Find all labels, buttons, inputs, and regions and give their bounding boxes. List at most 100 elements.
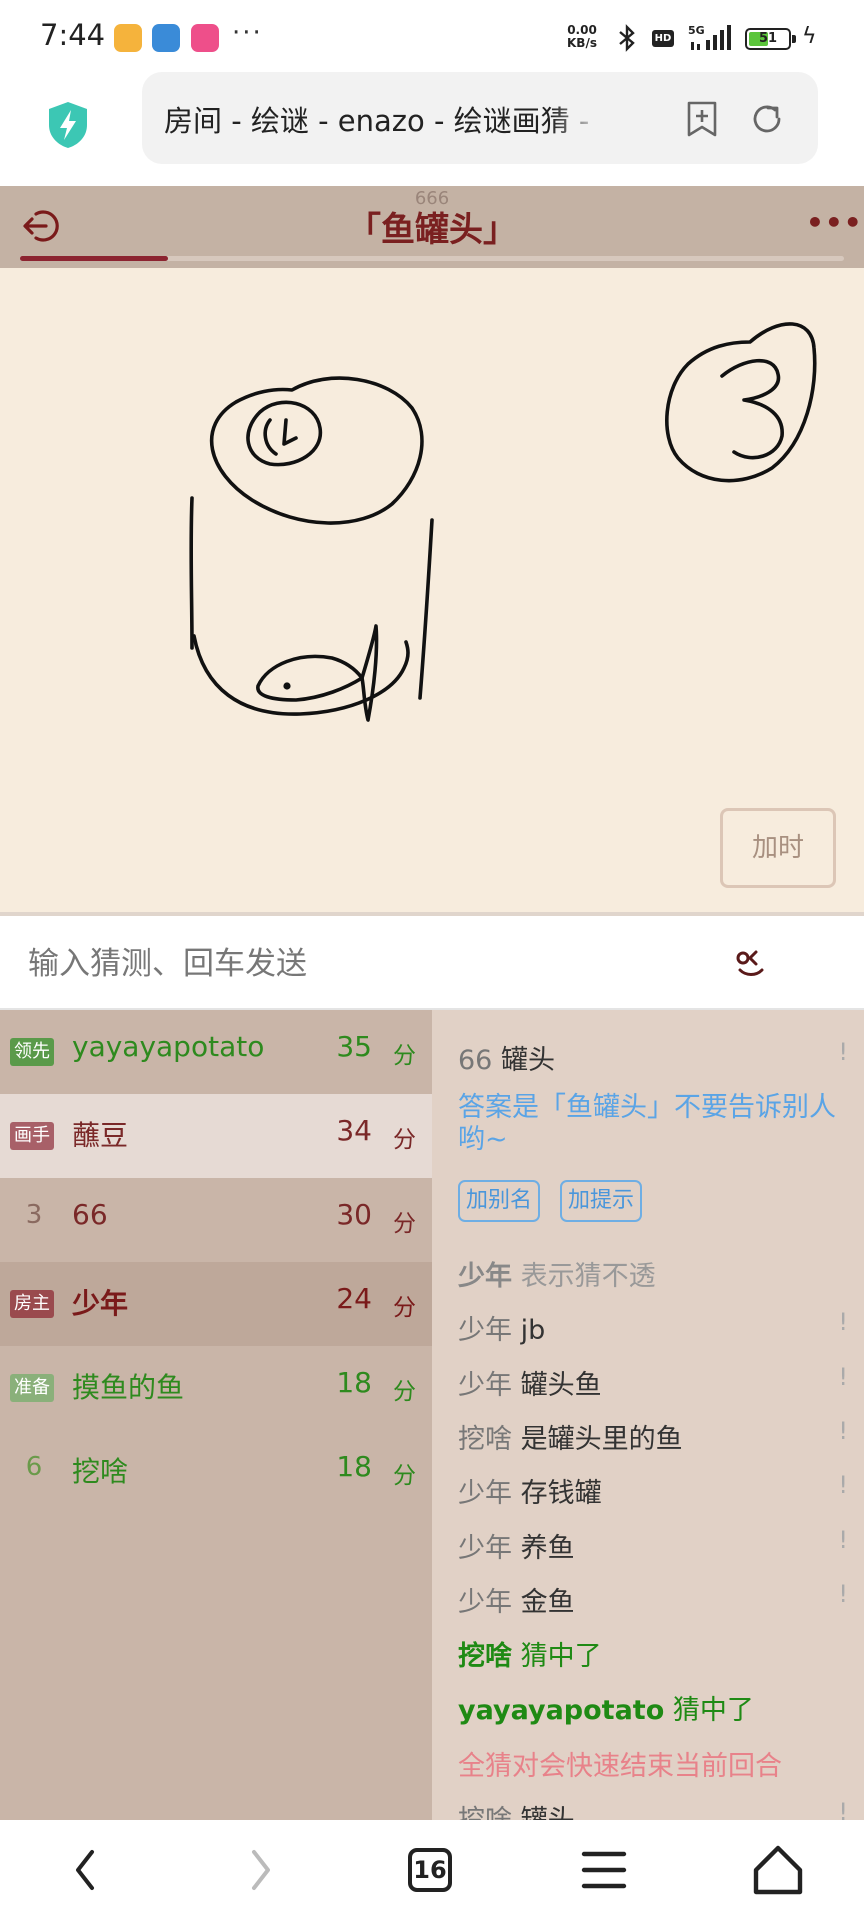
notes-app-icon — [114, 24, 142, 52]
player-name: yayayapotato — [72, 1030, 265, 1063]
emoji-icon[interactable] — [734, 946, 772, 982]
player-badge: 准备 — [10, 1374, 54, 1402]
chat-message: 少年 养鱼! — [458, 1526, 848, 1565]
player-score: 30 — [336, 1198, 372, 1231]
player-badge: 画手 — [10, 1122, 54, 1150]
address-bar[interactable]: 房间 - 绘谜 - enazo - 绘谜画猜 - — [142, 72, 818, 164]
word-title: 「鱼罐头」 — [347, 210, 517, 250]
status-bar: 7:44 ··· 0.00 KB/s HD 5G 51 ϟ — [0, 0, 864, 72]
network-type: 5G — [688, 24, 705, 37]
status-more-icon: ··· — [232, 18, 263, 48]
game-header: 666 「鱼罐头」 ••• — [0, 186, 864, 268]
chat-user: yayayapotato — [458, 1695, 665, 1727]
player-name: 少年 — [72, 1287, 129, 1320]
chat-user: 挖啥 — [458, 1423, 512, 1455]
player-row[interactable]: 3 66 30 分 — [0, 1178, 432, 1262]
chat-message: 少年 存钱罐! — [458, 1471, 848, 1510]
chat-text: 猜中了 — [672, 1695, 754, 1727]
tabs-button[interactable]: 16 — [400, 1842, 460, 1898]
add-bookmark-icon[interactable] — [684, 100, 720, 138]
chat-message: yayayapotato 猜中了 — [458, 1688, 848, 1727]
chat-text: 养鱼 — [520, 1532, 575, 1564]
player-name: 挖啥 — [72, 1455, 129, 1488]
score-unit: 分 — [393, 1127, 416, 1153]
player-rank: 3 — [25, 1200, 43, 1230]
chat-text: 猜中了 — [520, 1641, 602, 1673]
chat-text: jb — [520, 1315, 546, 1347]
guess-bar — [0, 920, 864, 1010]
player-score: 18 — [336, 1366, 372, 1399]
more-menu-icon[interactable]: ••• — [806, 206, 863, 239]
chat-message: 少年 表示猜不透 — [458, 1254, 848, 1293]
player-list: 领先 yayayapotato 35 分画手 蘸豆 34 分 3 66 30 分房主 少年 24 分准备摸… — [0, 1010, 432, 1820]
page-title[interactable]: 房间 - 绘谜 - enazo - 绘谜画猜 - — [164, 98, 604, 140]
battery-cap — [792, 35, 796, 43]
player-row[interactable]: 画手 蘸豆 34 分 — [0, 1094, 432, 1178]
add-alias-button[interactable]: 加别名 — [458, 1180, 541, 1222]
player-row[interactable]: 准备 摸鱼的鱼 18 分 — [0, 1346, 432, 1430]
chat-user: 少年 — [458, 1532, 512, 1564]
chat-user: 少年 — [458, 1315, 512, 1347]
refresh-icon[interactable] — [748, 100, 786, 138]
report-icon[interactable]: ! — [838, 1471, 848, 1499]
player-row[interactable]: 领先 yayayapotato 35 分 — [0, 1010, 432, 1094]
player-score: 24 — [336, 1282, 372, 1315]
drawing-canvas[interactable]: 加时 — [0, 268, 864, 916]
net-speed-unit: KB/s — [567, 36, 597, 50]
home-icon[interactable] — [748, 1842, 808, 1898]
player-badge: 领先 — [10, 1038, 54, 1066]
player-score: 18 — [336, 1450, 372, 1483]
bluetooth-icon — [616, 24, 638, 58]
back-icon[interactable] — [56, 1842, 116, 1898]
chat-text: 罐头。 — [521, 1805, 602, 1820]
report-icon[interactable]: ! — [838, 1580, 848, 1608]
player-name: 66 — [72, 1198, 108, 1231]
chat-user: 少年 — [458, 1478, 512, 1510]
player-row[interactable]: 房主 少年 24 分 — [0, 1262, 432, 1346]
player-score: 35 — [336, 1030, 372, 1063]
player-row[interactable]: 6 挖啥 18 分 — [0, 1430, 432, 1514]
chat-message: 少年 jb! — [458, 1308, 848, 1347]
battery-icon: 51 — [745, 28, 791, 50]
chat-message: 少年 金鱼! — [458, 1580, 848, 1619]
report-icon[interactable]: ! — [838, 1798, 848, 1820]
chat-user: 少年 — [458, 1586, 512, 1618]
chat-warning: 全猜对会快速结束当前回合 — [458, 1751, 782, 1782]
chat-panel[interactable]: 66 罐头 ! 答案是「鱼罐头」不要告诉别人哟~ 少年 表示猜不透 少年 jb! 少… — [432, 1010, 864, 1820]
tab-count: 16 — [408, 1848, 452, 1892]
report-icon[interactable]: ! — [838, 1038, 848, 1066]
report-icon[interactable]: ! — [838, 1308, 848, 1336]
report-icon[interactable]: ! — [838, 1417, 848, 1445]
chat-text: 是罐头里的鱼 — [520, 1423, 683, 1455]
chat-text: 表示猜不透 — [520, 1261, 656, 1292]
menu-icon[interactable] — [574, 1842, 634, 1898]
bottom-nav: 16 — [0, 1820, 864, 1920]
status-time: 7:44 — [40, 18, 106, 52]
player-badge: 房主 — [10, 1290, 54, 1318]
score-unit: 分 — [393, 1043, 416, 1069]
score-unit: 分 — [393, 1295, 416, 1321]
chat-user: 66 — [458, 1045, 493, 1076]
chat-message: 少年 罐头鱼! — [458, 1363, 848, 1402]
player-score: 34 — [336, 1114, 372, 1147]
charging-icon: ϟ — [802, 24, 817, 49]
chat-text: 罐头 — [500, 1045, 555, 1076]
add-time-button[interactable]: 加时 — [720, 808, 836, 888]
battery-level: 51 — [758, 31, 778, 46]
browser-bar: 房间 - 绘谜 - enazo - 绘谜画猜 - — [0, 72, 864, 186]
score-unit: 分 — [393, 1463, 416, 1489]
report-icon[interactable]: ! — [838, 1526, 848, 1554]
guess-input[interactable] — [0, 920, 700, 1008]
forward-icon[interactable] — [230, 1842, 290, 1898]
add-hint-button[interactable]: 加提示 — [560, 1180, 643, 1222]
avatar-app-icon — [152, 24, 180, 52]
shield-icon[interactable] — [46, 100, 90, 150]
chat-text: 存钱罐 — [520, 1478, 602, 1510]
player-name: 蘸豆 — [72, 1119, 129, 1152]
score-unit: 分 — [393, 1211, 416, 1237]
chat-user: 挖啥 — [458, 1641, 512, 1673]
report-icon[interactable]: ! — [838, 1363, 848, 1391]
hd-icon: HD — [652, 30, 674, 47]
signal-icon: 5G — [688, 24, 731, 50]
chat-user: 少年 — [458, 1261, 512, 1292]
